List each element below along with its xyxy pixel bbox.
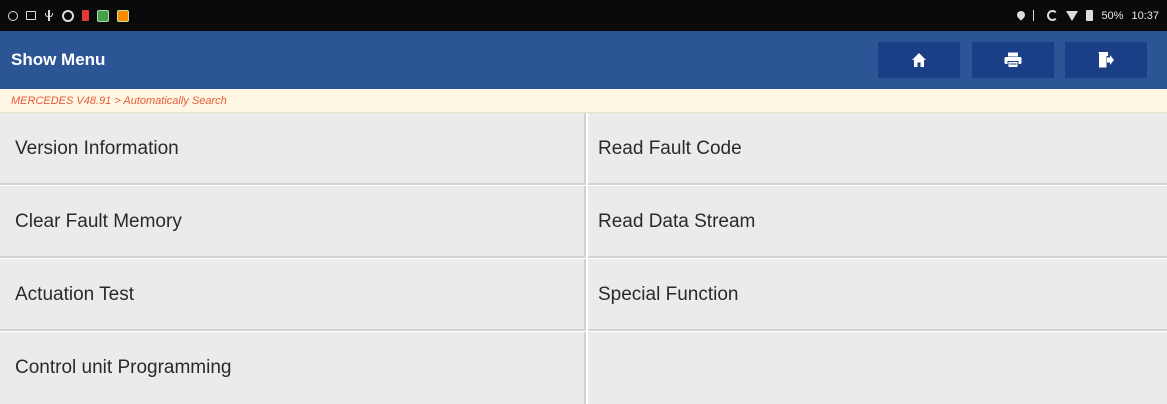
- battery-percent: 50%: [1101, 9, 1124, 22]
- sync-icon: [1047, 10, 1059, 21]
- read-data-stream-item[interactable]: Read Data Stream: [588, 186, 1167, 258]
- exit-button[interactable]: [1065, 42, 1147, 78]
- status-bar: 50% 10:37: [0, 0, 1167, 31]
- control-unit-programming-item[interactable]: Control unit Programming: [0, 332, 586, 404]
- usb-icon: [44, 10, 54, 21]
- orange-app-icon: [117, 9, 129, 22]
- clear-fault-memory-item[interactable]: Clear Fault Memory: [0, 186, 586, 258]
- bluetooth-icon: [1033, 10, 1039, 21]
- home-icon: [912, 53, 926, 67]
- print-button[interactable]: [972, 42, 1054, 78]
- special-function-item[interactable]: Special Function: [588, 259, 1167, 331]
- function-menu: Version Information Read Fault Code Clea…: [0, 113, 1167, 404]
- ring-icon: [62, 9, 74, 22]
- title-bar: Show Menu: [0, 31, 1167, 89]
- empty-menu-cell: [588, 332, 1167, 404]
- home-button[interactable]: [878, 42, 960, 78]
- status-bar-left: [8, 9, 129, 22]
- screen-icon: [26, 11, 36, 20]
- wifi-icon: [1066, 10, 1079, 21]
- circle-icon: [8, 10, 18, 21]
- page-title: Show Menu: [11, 50, 106, 69]
- exit-icon: [1098, 52, 1114, 68]
- red-battery-icon: [82, 10, 89, 21]
- print-icon: [1004, 52, 1022, 68]
- breadcrumb: MERCEDES V48.91 > Automatically Search: [0, 89, 1167, 113]
- battery-icon: [1086, 10, 1094, 21]
- status-bar-right: 50% 10:37: [1017, 10, 1159, 22]
- green-app-icon: [97, 9, 109, 22]
- clock-time: 10:37: [1131, 9, 1159, 22]
- version-information-item[interactable]: Version Information: [0, 113, 586, 185]
- actuation-test-item[interactable]: Actuation Test: [0, 259, 586, 331]
- location-pin-icon: [1017, 11, 1025, 21]
- read-fault-code-item[interactable]: Read Fault Code: [588, 113, 1167, 185]
